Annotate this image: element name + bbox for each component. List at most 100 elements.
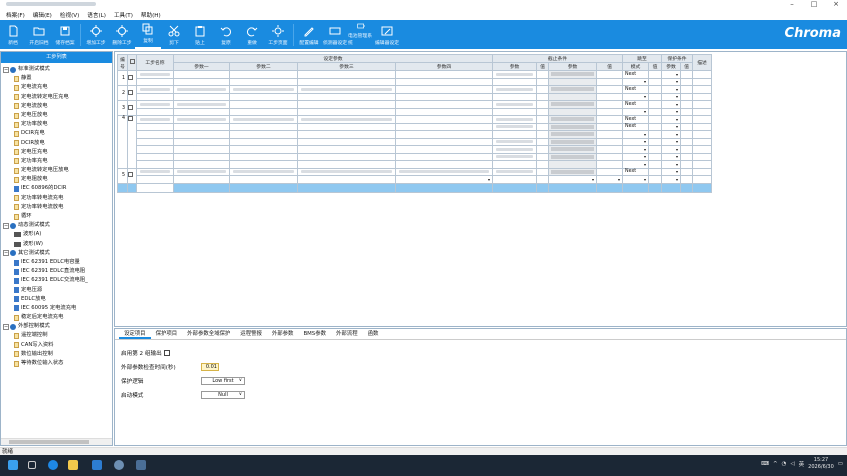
param-cell[interactable] <box>229 175 298 184</box>
param-cell[interactable] <box>297 70 396 79</box>
collapse-icon[interactable]: − <box>3 323 9 330</box>
param-cell[interactable] <box>395 85 493 94</box>
cutoff-param-cell[interactable] <box>548 152 597 161</box>
new-row-cell[interactable] <box>127 182 137 193</box>
tree-item[interactable]: 稳定后定电流充电 <box>3 313 112 322</box>
protect-param-dropdown[interactable]: ▾ <box>661 152 681 161</box>
tab-external-global-protection[interactable]: 外部参数全域保护 <box>182 329 235 339</box>
paste-button[interactable]: 贴上 <box>187 22 213 49</box>
step-name-cell[interactable] <box>136 145 174 154</box>
cutoff-param-cell[interactable] <box>492 130 537 139</box>
protect-value-cell[interactable] <box>680 115 693 124</box>
cutoff-value-cell[interactable] <box>536 70 549 79</box>
cutoff-value-cell[interactable] <box>536 137 549 146</box>
cutoff-value-cell[interactable] <box>596 85 623 94</box>
cutoff-param-cell[interactable] <box>548 70 597 79</box>
param-cell[interactable] <box>395 152 493 161</box>
jump-value-cell[interactable] <box>648 145 662 154</box>
tab-bms-params[interactable]: BMS参数 <box>298 329 331 339</box>
new-row-cell[interactable] <box>622 182 649 193</box>
tree-group-standard[interactable]: − 标准测试模式 <box>3 65 112 74</box>
param-cell[interactable] <box>297 130 396 139</box>
table-row[interactable]: ▾ ▾ <box>118 92 712 101</box>
col-select[interactable] <box>127 54 137 71</box>
param-cell[interactable] <box>297 122 396 131</box>
cutoff-value-cell[interactable] <box>596 130 623 139</box>
step-name-cell[interactable] <box>136 130 174 139</box>
param-cell[interactable] <box>229 160 298 169</box>
row-checkbox-cell[interactable] <box>127 167 137 184</box>
tree-item[interactable]: 数位输出控制 <box>3 350 112 359</box>
protect-value-cell[interactable] <box>680 107 693 116</box>
tab-run-alarm[interactable]: 运程警报 <box>235 329 267 339</box>
tree-item[interactable]: 定功率充电 <box>3 157 112 166</box>
protect-value-cell[interactable] <box>680 70 693 79</box>
tree-item[interactable]: EDLC放电 <box>3 295 112 304</box>
desc-cell[interactable] <box>692 115 712 124</box>
cutoff-param-cell[interactable] <box>492 107 537 116</box>
protect-param-dropdown[interactable]: ▾ <box>661 130 681 139</box>
step-name-cell[interactable] <box>136 85 174 94</box>
new-row-cell[interactable] <box>680 182 693 193</box>
tree-item[interactable]: 遥控端控制 <box>3 331 112 340</box>
tree-item[interactable]: DCIR充电 <box>3 129 112 138</box>
param-cell[interactable] <box>173 175 230 184</box>
step-name-cell[interactable] <box>136 160 174 169</box>
cut-button[interactable]: 剪下 <box>161 22 187 49</box>
param-cell[interactable] <box>297 85 396 94</box>
cutoff-param-cell[interactable] <box>548 92 597 101</box>
cutoff-value-cell[interactable] <box>596 137 623 146</box>
row-checkbox[interactable] <box>128 104 133 110</box>
jump-mode-cell[interactable]: Next <box>622 100 649 109</box>
tree-item[interactable]: IEC 60095 定电流充电 <box>3 304 112 313</box>
jump-mode-cell[interactable]: Next <box>622 85 649 94</box>
protect-param-dropdown[interactable]: ▾ <box>661 122 681 131</box>
tree-item[interactable]: 定电压充电 <box>3 148 112 157</box>
table-row[interactable]: 4 Next ▾ <box>117 115 712 169</box>
cutoff-value-cell[interactable] <box>536 85 549 94</box>
edge-icon[interactable] <box>48 460 58 470</box>
param-cell[interactable] <box>173 152 230 161</box>
cutoff-param-cell[interactable] <box>548 137 597 146</box>
param-cell[interactable] <box>297 107 396 116</box>
cutoff-value-cell[interactable] <box>536 130 549 139</box>
param-cell[interactable] <box>173 137 230 146</box>
tree-item[interactable]: IEC 60896的DCIR <box>3 184 112 193</box>
table-row[interactable]: ▾ ▾ <box>118 130 712 139</box>
param-cell[interactable] <box>173 107 230 116</box>
param-cell[interactable] <box>297 137 396 146</box>
param-cell[interactable] <box>229 137 298 146</box>
network-icon[interactable]: ◔ <box>782 461 787 467</box>
jump-value-cell[interactable] <box>648 130 662 139</box>
new-row-cell[interactable] <box>648 182 662 193</box>
mail-icon[interactable] <box>92 460 102 470</box>
new-row-cell[interactable] <box>117 182 128 193</box>
param-cell[interactable] <box>297 100 396 109</box>
protect-param-dropdown[interactable]: ▾ <box>661 167 681 176</box>
cutoff-value-cell[interactable] <box>536 145 549 154</box>
protect-value-cell[interactable] <box>680 137 693 146</box>
step-name-cell[interactable] <box>136 100 174 109</box>
row-checkbox-cell[interactable] <box>127 115 137 169</box>
new-row-name-cell[interactable] <box>136 182 174 193</box>
volume-icon[interactable]: ◁ <box>790 461 794 467</box>
param-cell[interactable] <box>229 85 298 94</box>
desc-cell[interactable] <box>692 160 712 169</box>
param-cell[interactable] <box>229 92 298 101</box>
protect-value-cell[interactable] <box>680 92 693 101</box>
param-cell[interactable] <box>173 100 230 109</box>
cutoff-param-cell[interactable] <box>548 107 597 116</box>
tree-item[interactable]: 定功率转电流充电 <box>3 194 112 203</box>
cutoff-param-cell[interactable] <box>548 115 597 124</box>
redo-button[interactable]: 重做 <box>239 22 265 49</box>
protect-value-cell[interactable] <box>680 122 693 131</box>
param-cell[interactable] <box>229 145 298 154</box>
cutoff-value-cell[interactable] <box>596 152 623 161</box>
param-cell[interactable] <box>173 92 230 101</box>
jump-mode-cell[interactable]: Next <box>622 115 649 124</box>
cutoff-param-cell[interactable] <box>492 77 537 86</box>
cutoff-value-cell[interactable] <box>536 152 549 161</box>
cutoff-param-cell[interactable] <box>548 122 597 131</box>
cutoff-param-cell[interactable] <box>548 100 597 109</box>
menu-edit[interactable]: 编辑(E) <box>33 11 52 19</box>
